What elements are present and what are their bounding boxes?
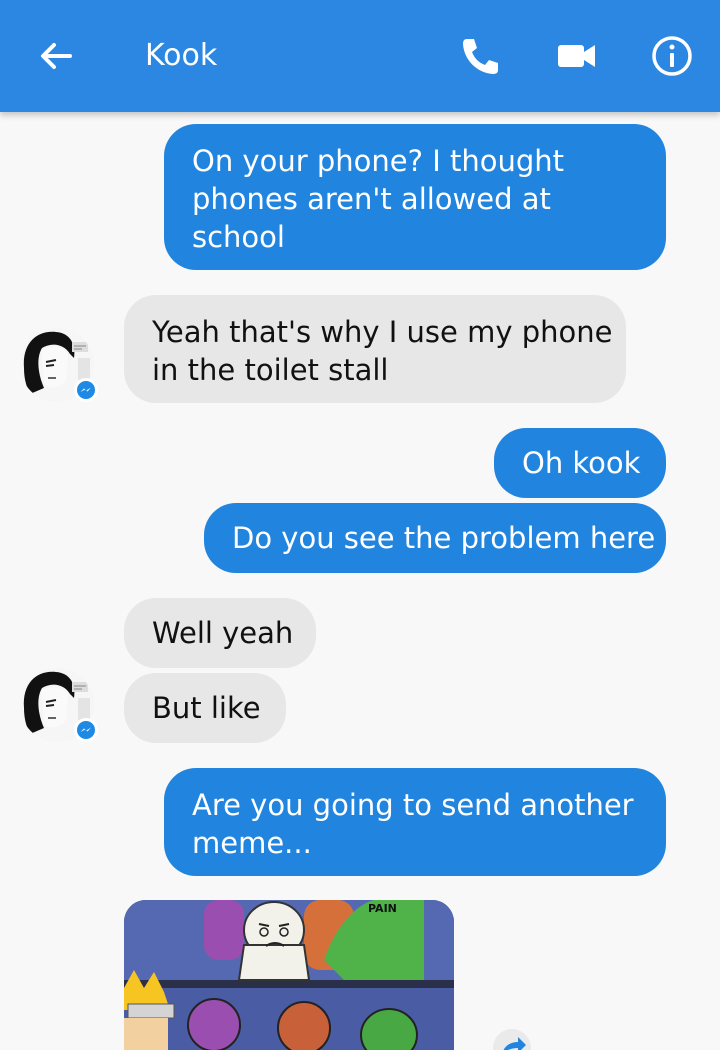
info-icon[interactable] <box>650 34 694 78</box>
share-icon[interactable] <box>492 1028 532 1050</box>
message-line: meme... <box>192 826 312 860</box>
message-bubble-outgoing[interactable]: Do you see the problem here <box>204 503 666 573</box>
message-line: school <box>192 220 285 254</box>
messenger-badge-icon <box>74 718 98 742</box>
message-bubble-outgoing[interactable]: On your phone? I thought phones aren't a… <box>164 124 666 270</box>
meme-caption: PAIN <box>368 902 397 915</box>
message-line: But like <box>152 691 261 725</box>
message-line: Well yeah <box>152 616 294 650</box>
phone-icon[interactable] <box>458 34 502 78</box>
contact-name[interactable]: Kook <box>145 38 217 73</box>
contact-avatar[interactable] <box>20 328 98 402</box>
image-attachment[interactable]: PAIN <box>124 900 454 1050</box>
message-line: Yeah that's why I use my phone <box>152 315 613 349</box>
message-bubble-outgoing[interactable]: Oh kook <box>494 428 666 498</box>
message-line: Oh kook <box>522 446 641 480</box>
contact-avatar[interactable] <box>20 668 98 742</box>
message-line: On your phone? I thought <box>192 144 565 178</box>
back-arrow-icon[interactable] <box>36 36 76 76</box>
message-line: Are you going to send another <box>192 788 634 822</box>
message-bubble-incoming[interactable]: But like <box>124 673 286 743</box>
conversation-header: Kook <box>0 0 720 112</box>
message-bubble-incoming[interactable]: Yeah that's why I use my phone in the to… <box>124 295 626 403</box>
message-line: in the toilet stall <box>152 353 389 387</box>
messenger-badge-icon <box>74 378 98 402</box>
message-line: phones aren't allowed at <box>192 182 551 216</box>
video-camera-icon[interactable] <box>555 34 599 78</box>
message-bubble-outgoing[interactable]: Are you going to send another meme... <box>164 768 666 876</box>
message-line: Do you see the problem here <box>232 521 656 555</box>
message-bubble-incoming[interactable]: Well yeah <box>124 598 316 668</box>
